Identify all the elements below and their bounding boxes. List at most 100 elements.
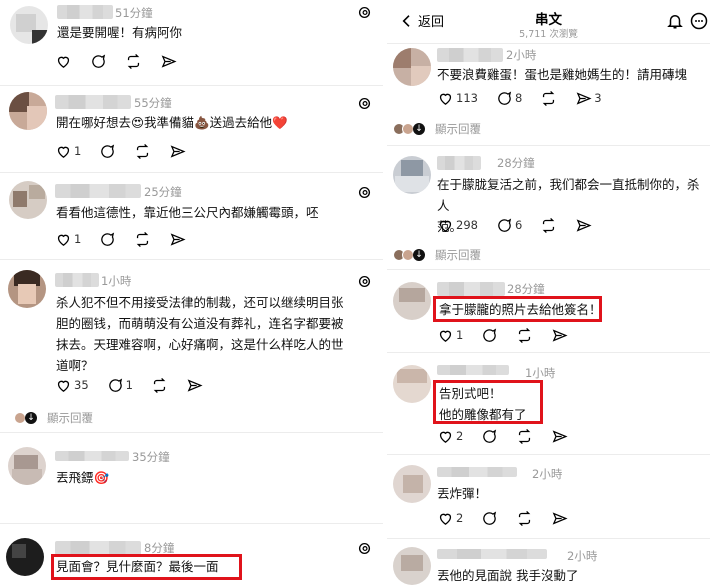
username-blurred[interactable] — [437, 48, 503, 62]
username-blurred[interactable] — [437, 282, 505, 296]
comment-button[interactable]: 8 — [496, 90, 522, 107]
repost-button[interactable] — [125, 53, 142, 70]
username-blurred[interactable] — [55, 541, 141, 555]
avatar[interactable] — [393, 365, 431, 403]
repost-button[interactable] — [134, 143, 151, 160]
repost-button[interactable] — [516, 510, 533, 527]
like-button[interactable]: 2 — [437, 428, 463, 445]
post-text: 開在哪好想去😍我準備貓💩送過去給他❤️ — [56, 115, 288, 130]
threads-icon[interactable] — [358, 275, 371, 288]
like-count: 1 — [74, 232, 82, 246]
avatar[interactable] — [9, 181, 47, 219]
post-time: 28分鐘 — [497, 156, 535, 170]
share-button[interactable]: 3 — [575, 90, 602, 107]
share-icon — [161, 54, 177, 68]
threads-icon[interactable] — [358, 186, 371, 199]
like-button[interactable]: 1 — [55, 143, 81, 160]
share-button[interactable] — [551, 510, 568, 527]
action-bar — [55, 52, 195, 70]
like-button[interactable]: 2 — [437, 510, 463, 527]
action-bar: 1 — [437, 326, 586, 344]
heart-icon — [439, 513, 452, 525]
avatar[interactable] — [10, 6, 48, 44]
like-button[interactable]: 35 — [55, 377, 89, 394]
comment-button[interactable] — [481, 428, 498, 445]
show-replies-link[interactable]: 顯示回覆 — [47, 410, 93, 426]
avatar[interactable] — [8, 447, 46, 485]
like-button[interactable]: 1 — [437, 327, 463, 344]
repost-button[interactable] — [540, 90, 557, 107]
comment-icon — [101, 144, 115, 158]
repost-button[interactable] — [151, 377, 168, 394]
show-replies-row[interactable]: ↓ 顯示回覆 — [393, 247, 481, 263]
share-button[interactable] — [169, 231, 186, 248]
show-replies-row[interactable]: ↓ 顯示回覆 — [393, 121, 481, 137]
repost-button[interactable] — [516, 428, 533, 445]
avatar[interactable] — [393, 48, 431, 86]
comment-button[interactable] — [99, 143, 116, 160]
like-button[interactable]: 1 — [55, 231, 81, 248]
share-count: 3 — [594, 91, 602, 105]
like-count: 2 — [456, 511, 464, 525]
username-blurred[interactable] — [55, 95, 131, 109]
left-thread-panel: 51分鐘 還是要開喔！有病阿你 55分鐘 開在哪好想去😍我準備貓💩送過去給他❤️… — [0, 0, 383, 588]
bell-icon[interactable] — [666, 12, 684, 30]
share-button[interactable] — [575, 217, 592, 234]
comment-count: 8 — [514, 91, 523, 105]
like-button[interactable]: 113 — [437, 90, 478, 107]
more-icon[interactable] — [690, 12, 708, 30]
share-button[interactable] — [186, 377, 203, 394]
share-button[interactable] — [551, 327, 568, 344]
avatar[interactable] — [8, 270, 46, 308]
comment-button[interactable] — [481, 327, 498, 344]
repost-button[interactable] — [540, 217, 557, 234]
comment-button[interactable]: 6 — [496, 217, 522, 234]
show-replies-row[interactable]: ↓ 顯示回覆 — [14, 410, 93, 426]
like-button[interactable]: 298 — [437, 217, 478, 234]
username-blurred[interactable] — [437, 365, 509, 375]
like-button[interactable] — [55, 53, 72, 70]
avatar[interactable] — [393, 465, 431, 503]
username-blurred[interactable] — [437, 156, 481, 170]
avatar[interactable] — [393, 156, 431, 194]
username-blurred[interactable] — [55, 451, 129, 461]
comment-button[interactable]: 1 — [107, 377, 133, 394]
expand-replies-icon: ↓ — [413, 249, 425, 261]
post-time: 28分鐘 — [507, 282, 545, 296]
threads-icon[interactable] — [358, 542, 371, 555]
username-blurred[interactable] — [437, 467, 517, 477]
share-button[interactable] — [551, 428, 568, 445]
reply-post: 1小時 杀人犯不但不用接受法律的制裁，还可以继续明目张 胆的圈钱，而萌萌没有公道… — [0, 260, 383, 432]
avatar[interactable] — [393, 547, 431, 585]
comment-button[interactable] — [99, 231, 116, 248]
repost-icon — [153, 377, 166, 393]
share-icon — [170, 144, 186, 158]
share-button[interactable] — [160, 53, 177, 70]
post-text: 丟飛鏢🎯 — [56, 470, 110, 485]
avatar[interactable] — [9, 92, 47, 130]
share-icon — [576, 218, 592, 232]
comment-button[interactable] — [90, 53, 107, 70]
threads-icon[interactable] — [358, 97, 371, 110]
action-bar: 35 1 — [55, 376, 221, 394]
repost-button[interactable] — [516, 327, 533, 344]
threads-icon[interactable] — [358, 6, 371, 19]
heart-icon — [439, 220, 452, 232]
reply-post: 25分鐘 看看他這德性，靠近他三公尺內都嫌觸霉頭，呸 1 — [0, 173, 383, 259]
repost-button[interactable] — [134, 231, 151, 248]
username-blurred[interactable] — [55, 184, 141, 198]
like-count: 2 — [456, 429, 464, 443]
show-replies-link[interactable]: 顯示回覆 — [435, 121, 481, 137]
action-bar: 1 — [55, 142, 204, 160]
reply-post: 35分鐘 丟飛鏢🎯 — [0, 433, 383, 523]
avatar[interactable] — [6, 538, 44, 576]
reply-post: 51分鐘 還是要開喔！有病阿你 — [0, 0, 383, 85]
comment-button[interactable] — [481, 510, 498, 527]
username-blurred[interactable] — [437, 549, 547, 559]
avatar[interactable] — [393, 282, 431, 320]
username-blurred[interactable] — [55, 273, 99, 287]
share-button[interactable] — [169, 143, 186, 160]
username-blurred[interactable] — [57, 5, 113, 19]
like-count: 298 — [456, 218, 478, 232]
show-replies-link[interactable]: 顯示回覆 — [435, 247, 481, 263]
